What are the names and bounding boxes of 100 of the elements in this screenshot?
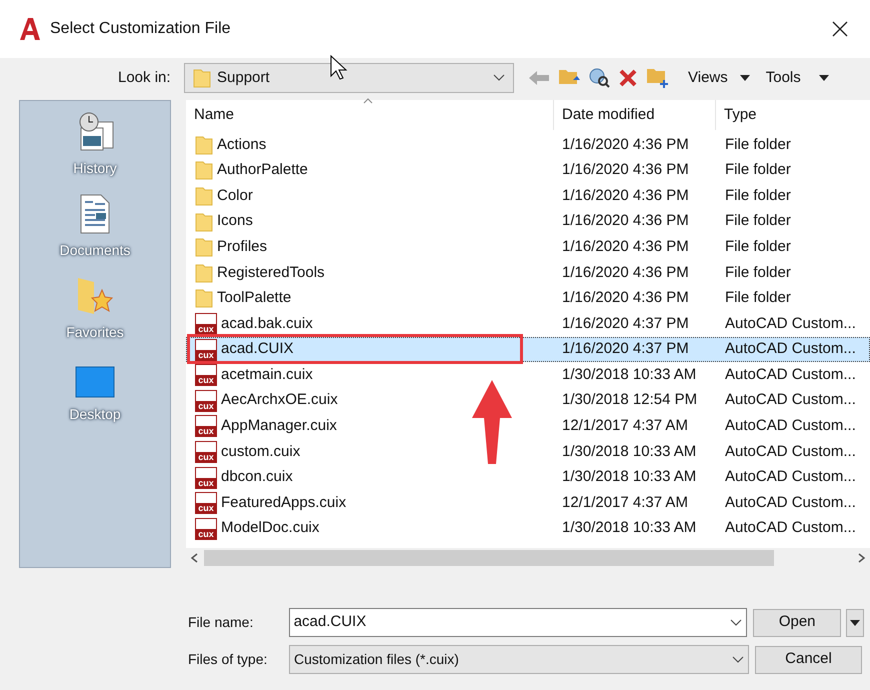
tools-menu-button[interactable]: Tools [766,66,829,90]
look-in-dropdown[interactable]: Support [184,63,514,93]
file-row[interactable]: ToolPalette 1/16/2020 4:36 PM File folder [186,286,870,312]
file-name-cell-text: acetmain.cuix [221,364,313,385]
chevron-down-icon [732,656,744,664]
new-folder-icon[interactable] [646,67,670,89]
file-row[interactable]: Actions 1/16/2020 4:36 PM File folder [186,132,870,158]
file-type-dropdown[interactable]: Customization files (*.cuix) [289,645,749,674]
file-name-cell-text: acad.CUIX [221,339,294,360]
scrollbar-thumb[interactable] [204,550,774,566]
type-cell-text: AutoCAD Custom... [724,416,857,436]
date-cell-text: 12/1/2017 4:37 AM [561,416,689,436]
date-cell-text: 1/16/2020 4:36 PM [561,236,690,257]
file-row[interactable]: cux custom.cuix 1/30/2018 10:33 AM AutoCAD Custom... [186,439,870,465]
file-row[interactable]: cux dbcon.cuix 1/30/2018 10:33 AM AutoCAD Custom... [186,464,870,490]
file-name-cell-text: dbcon.cuix [221,467,293,488]
date-cell-text: 1/16/2020 4:37 PM [561,339,690,360]
scroll-left-icon[interactable] [190,553,198,563]
chevron-down-icon [730,618,742,626]
type-cell-text: AutoCAD Custom... [724,442,857,462]
cuix-file-icon: cux [195,364,217,386]
file-row[interactable]: Color 1/16/2020 4:36 PM File folder [186,183,870,209]
places-label: Favorites [66,323,124,342]
folder-icon [195,212,213,232]
type-cell-text: AutoCAD Custom... [724,492,857,513]
file-name-cell-text: AecArchxOE.cuix [221,390,338,410]
chevron-down-icon [493,74,505,82]
folder-icon [195,186,213,206]
type-cell-text: File folder [724,288,792,308]
date-cell-text: 1/30/2018 10:33 AM [561,442,698,462]
date-cell-text: 1/30/2018 10:33 AM [561,467,698,488]
file-name-cell-text: ModelDoc.cuix [221,518,320,538]
column-header[interactable]: Name [186,100,553,130]
cuix-file-icon: cux [195,338,217,361]
cuix-file-icon: cux [195,312,217,335]
file-row[interactable]: AuthorPalette 1/16/2020 4:36 PM File folder [186,158,870,184]
window-title: Select Customization File [50,19,231,39]
file-row[interactable]: cux acad.CUIX 1/16/2020 4:37 PM AutoCAD Custom... [186,336,870,362]
type-cell-text: File folder [724,160,792,180]
file-name-cell-text: AuthorPalette [217,160,308,180]
column-header[interactable]: Type [715,100,870,130]
file-name-cell-text: custom.cuix [221,442,300,462]
cuix-file-icon: cux [195,518,217,540]
date-cell-text: 1/16/2020 4:36 PM [561,288,690,308]
file-name-field[interactable]: acad.CUIX [288,608,748,637]
file-row[interactable]: Profiles 1/16/2020 4:36 PM File folder [186,234,870,260]
cancel-button[interactable]: Cancel [755,646,862,674]
type-cell-text: File folder [724,236,792,257]
file-row[interactable]: Icons 1/16/2020 4:36 PM File folder [186,208,870,234]
file-type-label: Files of type: [188,650,268,669]
file-name-cell-text: acad.bak.cuix [221,314,313,334]
up-arrow-icon [470,378,514,466]
close-button[interactable] [830,19,850,39]
places-label: History [73,159,117,178]
file-name-cell-text: AppManager.cuix [221,416,337,436]
folder-icon [195,134,213,155]
file-row[interactable]: cux acetmain.cuix 1/30/2018 10:33 AM AutoCAD Custom... [186,362,870,388]
views-menu-button[interactable]: Views [688,66,750,90]
file-name-cell-text: FeaturedApps.cuix [221,492,346,513]
type-cell-text: AutoCAD Custom... [724,467,857,488]
open-button[interactable]: Open [753,608,842,636]
type-cell-text: File folder [724,186,792,206]
file-name-cell-text: ToolPalette [217,288,292,308]
type-cell-text: File folder [724,262,792,283]
file-name-cell-text: RegisteredTools [217,262,325,283]
scroll-right-icon[interactable] [858,553,866,563]
app-logo-icon [20,18,40,40]
type-cell-text: AutoCAD Custom... [724,518,857,538]
date-cell-text: 1/16/2020 4:36 PM [561,211,690,232]
document-icon [79,194,111,234]
type-cell-text: File folder [724,211,792,232]
column-header[interactable]: Date modified [553,100,715,130]
horizontal-scrollbar[interactable] [186,548,870,568]
delete-icon[interactable] [618,68,638,88]
folder-icon [193,68,211,88]
close-icon [832,21,848,37]
file-row[interactable]: RegisteredTools 1/16/2020 4:36 PM File folder [186,260,870,286]
type-cell-text: AutoCAD Custom... [724,314,857,334]
open-options-button[interactable] [846,608,864,636]
type-cell-text: File folder [724,134,792,155]
dropdown-triangle-icon [850,620,860,626]
file-row[interactable]: cux AppManager.cuix 12/1/2017 4:37 AM AutoCAD Custom... [186,414,870,440]
file-name-cell-text: Actions [217,134,266,155]
date-cell-text: 12/1/2017 4:37 AM [561,492,689,513]
file-row[interactable]: cux AecArchxOE.cuix 1/30/2018 12:54 PM AutoCAD Custom... [186,388,870,414]
desktop-icon [75,366,115,398]
dropdown-triangle-icon [818,75,829,81]
look-in-value: Support [217,68,270,88]
file-row[interactable]: cux FeaturedApps.cuix 12/1/2017 4:37 AM AutoCAD Custom... [186,490,870,516]
cuix-file-icon: cux [195,415,217,438]
folder-icon [195,288,213,308]
file-row[interactable]: cux ModelDoc.cuix 1/30/2018 10:33 AM AutoCAD Custom... [186,516,870,542]
cuix-file-icon: cux [195,440,217,463]
date-cell-text: 1/16/2020 4:36 PM [561,262,690,283]
file-row[interactable]: cux acad.bak.cuix 1/16/2020 4:37 PM AutoCAD Custom... [186,311,870,337]
date-cell-text: 1/16/2020 4:36 PM [561,134,690,155]
date-cell-text: 1/30/2018 10:33 AM [561,364,698,385]
places-label: Desktop [69,405,121,424]
dropdown-triangle-icon [740,75,750,81]
cuix-file-icon: cux [195,466,217,489]
